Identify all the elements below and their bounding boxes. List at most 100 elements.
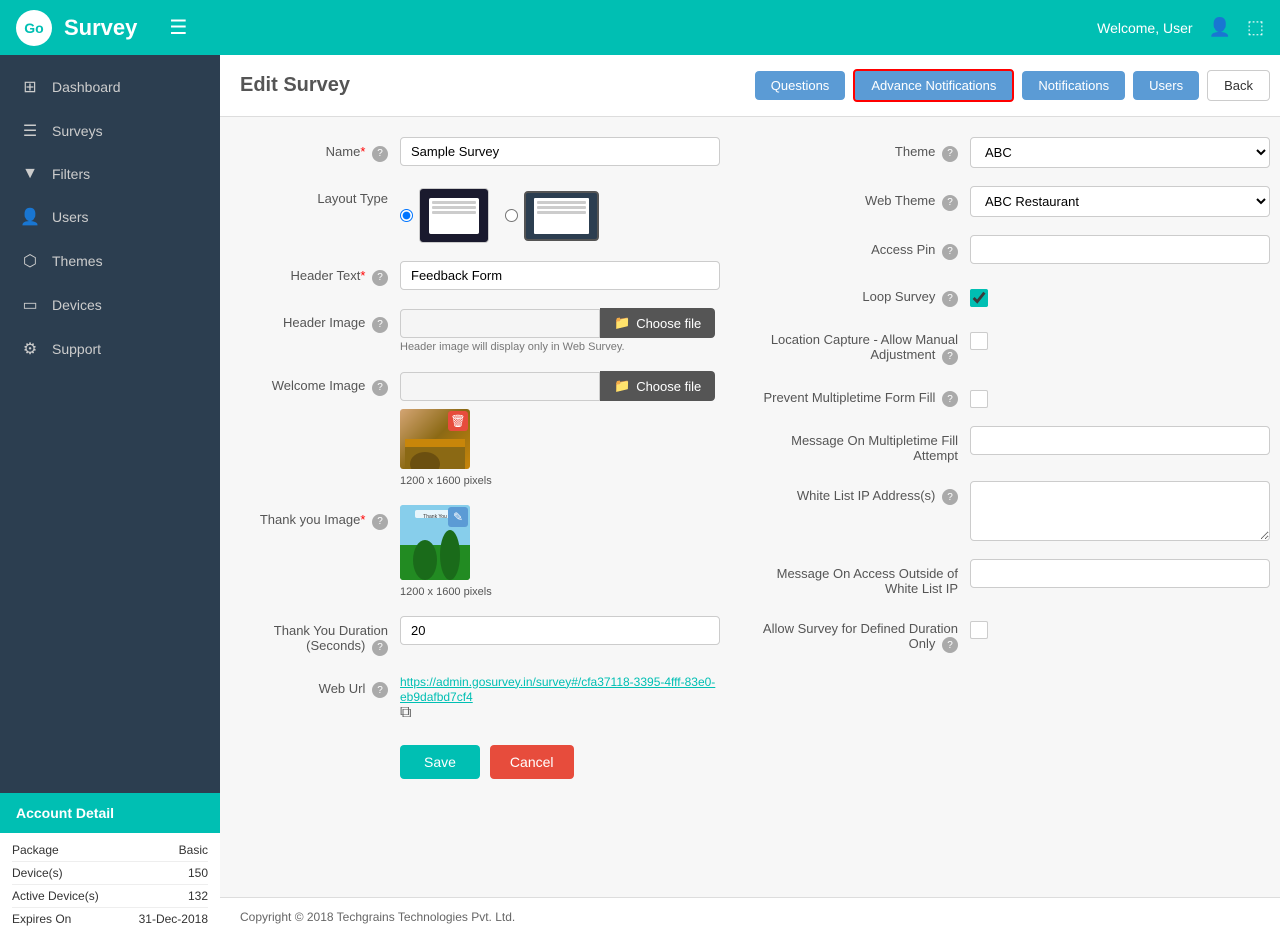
notifications-button[interactable]: Notifications <box>1022 71 1125 100</box>
sidebar-item-devices[interactable]: ▭ Devices <box>0 283 220 327</box>
welcome-image-area: 📁 Choose file <box>400 371 715 487</box>
name-input[interactable] <box>400 137 720 166</box>
white-list-textarea[interactable] <box>970 481 1270 541</box>
layout-group: Layout Type <box>240 184 720 243</box>
logout-icon[interactable]: ⬚ <box>1247 17 1264 38</box>
message-multipletime-input[interactable] <box>970 426 1270 455</box>
devices-icon: ▭ <box>20 295 40 315</box>
sidebar-item-support[interactable]: ⚙ Support <box>0 327 220 371</box>
sidebar-label-dashboard: Dashboard <box>52 79 121 95</box>
sidebar-item-surveys[interactable]: ☰ Surveys <box>0 109 220 153</box>
portrait-icon <box>419 188 489 243</box>
loop-survey-checkbox[interactable] <box>970 289 988 307</box>
header-text-input[interactable] <box>400 261 720 290</box>
layout-landscape-input[interactable] <box>505 209 518 222</box>
filters-icon: ▼ <box>20 165 40 183</box>
header-buttons: Questions Advance Notifications Notifica… <box>755 69 1270 102</box>
message-access-group: Message On Access Outside of White List … <box>760 559 1270 596</box>
thankyou-image-help-icon[interactable]: ? <box>372 514 388 530</box>
sidebar-item-users[interactable]: 👤 Users <box>0 195 220 239</box>
welcome-image-file-input[interactable] <box>400 372 600 401</box>
welcome-image-help-icon[interactable]: ? <box>372 380 388 396</box>
line1 <box>432 201 476 204</box>
header-image-help-icon[interactable]: ? <box>372 317 388 333</box>
web-url-link[interactable]: https://admin.gosurvey.in/survey#/cfa371… <box>400 675 715 704</box>
layout-landscape-radio[interactable] <box>505 191 599 241</box>
questions-button[interactable]: Questions <box>755 71 846 100</box>
access-pin-group: Access Pin ? <box>760 235 1270 264</box>
line2 <box>432 206 476 209</box>
header-text-label: Header Text* ? <box>240 261 400 286</box>
welcome-image-preview-container: 🗑 1200 x 1600 pixels <box>400 409 715 487</box>
landscape-icon <box>524 191 599 241</box>
message-access-label: Message On Access Outside of White List … <box>760 559 970 596</box>
thankyou-duration-input[interactable] <box>400 616 720 645</box>
users-icon: 👤 <box>20 207 40 227</box>
allow-survey-label: Allow Survey for Defined Duration Only ? <box>760 614 970 654</box>
svg-text:Thank You: Thank You <box>423 514 447 520</box>
welcome-image-choose-btn[interactable]: 📁 Choose file <box>600 371 715 401</box>
header-image-choose-btn[interactable]: 📁 Choose file <box>600 308 715 338</box>
copy-icon[interactable]: ⧉ <box>400 704 411 721</box>
web-url-area: https://admin.gosurvey.in/survey#/cfa371… <box>400 674 720 722</box>
sidebar-item-filters[interactable]: ▼ Filters <box>0 153 220 195</box>
web-url-help-icon[interactable]: ? <box>372 682 388 698</box>
prevent-multipletime-checkbox[interactable] <box>970 390 988 408</box>
lline2 <box>537 206 586 209</box>
access-pin-help-icon[interactable]: ? <box>942 244 958 260</box>
message-access-input[interactable] <box>970 559 1270 588</box>
layout-portrait-radio[interactable] <box>400 188 489 243</box>
sidebar-label-support: Support <box>52 341 101 357</box>
allow-survey-checkbox[interactable] <box>970 621 988 639</box>
sidebar-item-dashboard[interactable]: ⊞ Dashboard <box>0 65 220 109</box>
thankyou-image-edit-btn[interactable]: ✎ <box>448 507 468 527</box>
prevent-help-icon[interactable]: ? <box>942 391 958 407</box>
thankyou-image-preview-box: Thank You ✎ <box>400 505 470 580</box>
cancel-button[interactable]: Cancel <box>490 745 574 779</box>
hamburger-menu[interactable]: ☰ <box>169 15 187 40</box>
logo-icon: Go <box>16 10 52 46</box>
loop-survey-group: Loop Survey ? <box>760 282 1270 307</box>
location-help-icon[interactable]: ? <box>942 349 958 365</box>
thankyou-duration-label: Thank You Duration (Seconds) ? <box>240 616 400 656</box>
page-title: Edit Survey <box>240 74 350 97</box>
action-buttons-group: Save Cancel <box>240 740 720 779</box>
header-image-file-input[interactable] <box>400 309 600 338</box>
back-button[interactable]: Back <box>1207 70 1270 101</box>
lline3 <box>537 211 586 214</box>
thankyou-image-size: 1200 x 1600 pixels <box>400 586 492 598</box>
account-detail-section: Account Detail Package Basic Device(s) 1… <box>0 793 220 936</box>
location-capture-group: Location Capture - Allow Manual Adjustme… <box>760 325 1270 365</box>
advance-notifications-button[interactable]: Advance Notifications <box>853 69 1014 102</box>
main-content: Edit Survey Questions Advance Notificati… <box>220 55 1280 936</box>
web-theme-help-icon[interactable]: ? <box>942 195 958 211</box>
sidebar-label-devices: Devices <box>52 297 102 313</box>
support-icon: ⚙ <box>20 339 40 359</box>
users-button[interactable]: Users <box>1133 71 1199 100</box>
welcome-image-delete-btn[interactable]: 🗑 <box>448 411 468 431</box>
location-capture-checkbox[interactable] <box>970 332 988 350</box>
theme-select[interactable]: ABC Default Blue Green <box>970 137 1270 168</box>
web-theme-select[interactable]: ABC Restaurant Default Modern <box>970 186 1270 217</box>
sidebar-item-themes[interactable]: ⬡ Themes <box>0 239 220 283</box>
layout-portrait-input[interactable] <box>400 209 413 222</box>
save-button[interactable]: Save <box>400 745 480 779</box>
allow-survey-help-icon[interactable]: ? <box>942 637 958 653</box>
access-pin-input[interactable] <box>970 235 1270 264</box>
welcome-image-label: Welcome Image ? <box>240 371 400 396</box>
active-devices-label: Active Device(s) <box>12 889 99 903</box>
loop-survey-help-icon[interactable]: ? <box>942 291 958 307</box>
white-list-group: White List IP Address(s) ? <box>760 481 1270 541</box>
thankyou-duration-help-icon[interactable]: ? <box>372 640 388 656</box>
theme-help-icon[interactable]: ? <box>942 146 958 162</box>
themes-icon: ⬡ <box>20 251 40 271</box>
nav-left: Go Survey ☰ <box>16 10 187 46</box>
package-value: Basic <box>179 843 208 857</box>
header-image-file-group: 📁 Choose file <box>400 308 715 338</box>
name-help-icon[interactable]: ? <box>372 146 388 162</box>
user-icon[interactable]: 👤 <box>1209 17 1231 38</box>
thankyou-image-label: Thank you Image* ? <box>240 505 400 530</box>
white-list-help-icon[interactable]: ? <box>942 489 958 505</box>
sidebar: ⊞ Dashboard ☰ Surveys ▼ Filters 👤 Users … <box>0 55 220 936</box>
header-text-help-icon[interactable]: ? <box>372 270 388 286</box>
